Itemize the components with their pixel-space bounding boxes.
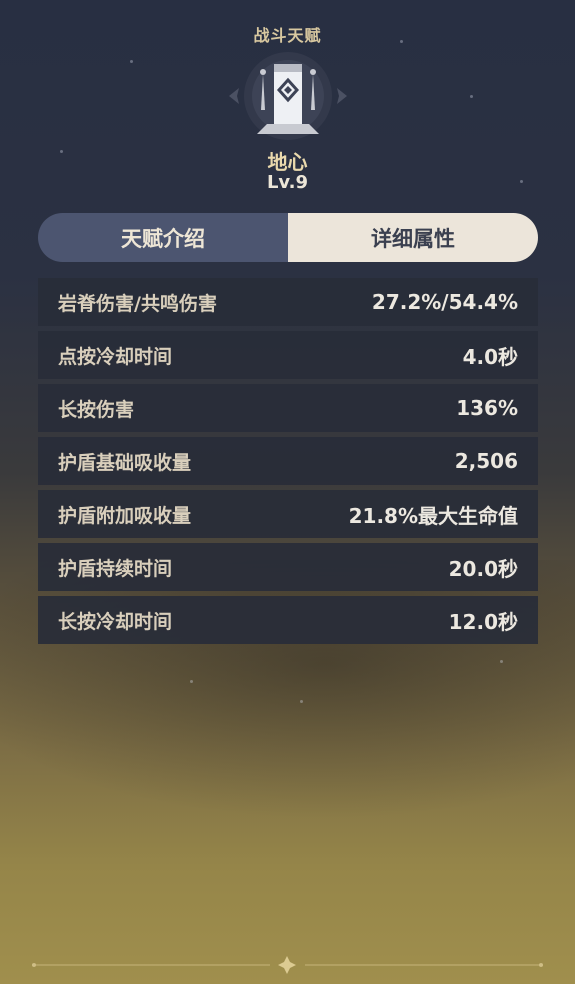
stat-value: 20.0秒 — [448, 556, 518, 581]
stats-table: 岩脊伤害/共鸣伤害 27.2%/54.4% 点按冷却时间 4.0秒 长按伤害 1… — [38, 278, 538, 649]
stat-label: 长按冷却时间 — [58, 610, 173, 633]
stat-value: 4.0秒 — [462, 344, 518, 369]
stat-row: 护盾基础吸收量 2,506 — [38, 437, 538, 485]
talent-detail-panel: 战斗天赋 地心 Lv.9 天赋介绍 详细属性 岩脊伤害/共鸣伤害 27.2%/5… — [0, 0, 575, 984]
section-title: 战斗天赋 — [253, 26, 322, 45]
stat-value: 12.0秒 — [448, 609, 518, 634]
talent-name: 地心 — [267, 150, 308, 174]
stat-row: 岩脊伤害/共鸣伤害 27.2%/54.4% — [38, 278, 538, 326]
stat-row: 点按冷却时间 4.0秒 — [38, 331, 538, 379]
talent-level: Lv.9 — [266, 172, 309, 193]
shield-pillar-icon — [223, 52, 353, 144]
stat-label: 护盾附加吸收量 — [58, 504, 192, 527]
stat-row: 长按冷却时间 12.0秒 — [38, 596, 538, 644]
stat-label: 长按伤害 — [58, 398, 135, 421]
stat-label: 岩脊伤害/共鸣伤害 — [58, 292, 217, 315]
sparkle — [300, 700, 303, 703]
stat-row: 长按伤害 136% — [38, 384, 538, 432]
stat-label: 点按冷却时间 — [58, 345, 173, 368]
tab-detailed-attributes[interactable]: 详细属性 — [288, 213, 538, 262]
sparkle — [190, 680, 193, 683]
stat-value: 27.2%/54.4% — [371, 290, 518, 314]
stat-value: 136% — [456, 396, 518, 420]
stat-value: 2,506 — [454, 449, 518, 473]
sparkle — [470, 95, 473, 98]
tab-talent-intro[interactable]: 天赋介绍 — [38, 213, 288, 262]
sparkle — [130, 60, 133, 63]
bottom-divider — [30, 954, 545, 976]
stat-label: 护盾基础吸收量 — [58, 451, 192, 474]
stat-label: 护盾持续时间 — [58, 557, 173, 580]
tab-bar: 天赋介绍 详细属性 — [38, 213, 538, 262]
stat-row: 护盾持续时间 20.0秒 — [38, 543, 538, 591]
stat-row: 护盾附加吸收量 21.8%最大生命值 — [38, 490, 538, 538]
sparkle — [500, 660, 503, 663]
stat-value: 21.8%最大生命值 — [348, 503, 518, 528]
